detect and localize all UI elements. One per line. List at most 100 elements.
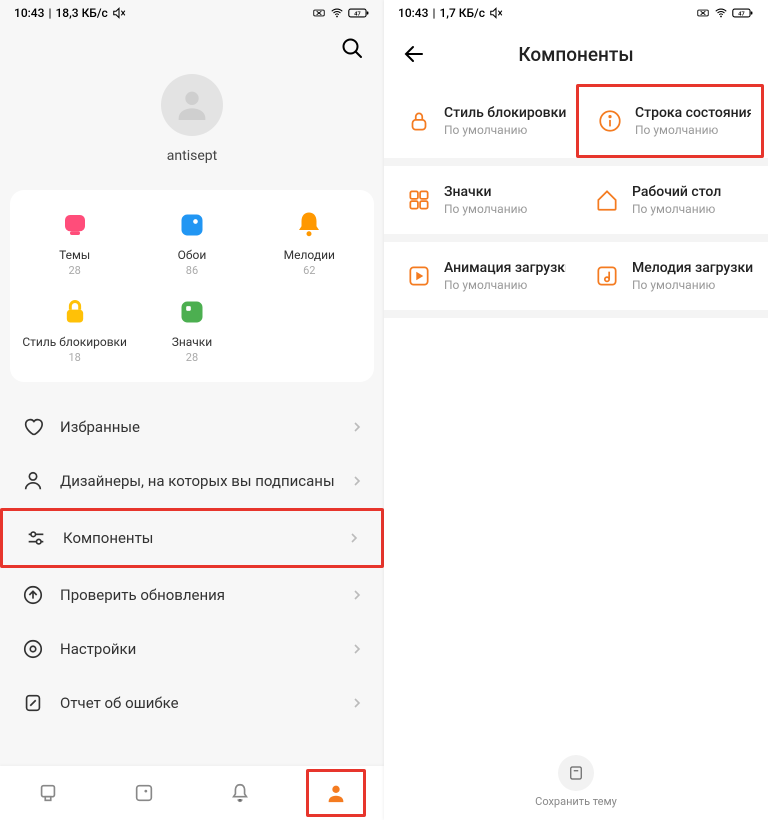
cat-count: 18 <box>16 351 133 364</box>
chevron-right-icon <box>349 533 359 543</box>
menu-updates[interactable]: Проверить обновления <box>0 568 384 622</box>
music-icon <box>594 263 620 289</box>
comp-bootanim[interactable]: Анимация загрузки По умолчанию <box>388 242 576 310</box>
mute-icon <box>489 6 503 20</box>
separator <box>384 158 768 166</box>
battery-icon: 47 <box>348 6 370 20</box>
menu-label: Проверить обновления <box>60 586 352 604</box>
update-icon <box>22 584 44 606</box>
gear-icon <box>22 638 44 660</box>
menu-label: Избранные <box>60 418 352 436</box>
status-net: 1,7 КБ/с <box>439 6 485 20</box>
cat-label: Стиль блокировки <box>16 335 133 349</box>
comp-sub: По умолчанию <box>444 123 566 137</box>
cat-count: 86 <box>133 264 250 277</box>
report-icon <box>22 692 44 714</box>
chevron-right-icon <box>352 590 362 600</box>
status-time: 10:43 <box>398 6 428 20</box>
menu-label: Компоненты <box>63 529 349 547</box>
stats-card: Темы 28 Обои 86 Мелодии 62 Стиль блокиро… <box>10 190 374 382</box>
header: Компоненты <box>384 26 768 84</box>
tab-profile[interactable] <box>288 766 384 820</box>
comp-title: Мелодия загрузки <box>632 260 754 276</box>
dnd-icon <box>312 6 326 20</box>
lock-icon <box>406 108 432 134</box>
grid-icon <box>406 187 432 213</box>
page-title: Компоненты <box>426 43 726 66</box>
chevron-right-icon <box>352 644 362 654</box>
avatar <box>161 74 223 136</box>
profile-block[interactable]: antisept <box>0 64 384 182</box>
comp-title: Строка состояния <box>635 105 751 121</box>
comp-title: Анимация загрузки <box>444 260 566 276</box>
dnd-icon <box>696 6 710 20</box>
comp-bootsound[interactable]: Мелодия загрузки По умолчанию <box>576 242 764 310</box>
menu-report[interactable]: Отчет об ошибке <box>0 676 384 730</box>
icons-icon <box>175 295 209 329</box>
mute-icon <box>112 6 126 20</box>
back-icon[interactable] <box>402 42 426 66</box>
menu-components[interactable]: Компоненты <box>0 508 384 568</box>
chevron-right-icon <box>352 698 362 708</box>
separator <box>384 234 768 242</box>
comp-sub: По умолчанию <box>444 278 566 292</box>
comp-title: Стиль блокировки <box>444 105 566 121</box>
cat-icons[interactable]: Значки 28 <box>133 295 250 364</box>
save-bar: Сохранить тему <box>384 755 768 808</box>
cat-count: 62 <box>251 264 368 277</box>
comp-sub: По умолчанию <box>444 202 566 216</box>
menu-list: Избранные Дизайнеры, на которых вы подпи… <box>0 390 384 740</box>
cat-lockstyle[interactable]: Стиль блокировки 18 <box>16 295 133 364</box>
cat-label: Мелодии <box>251 248 368 262</box>
status-bar: 10:43 | 1,7 КБ/с 47 <box>384 0 768 26</box>
battery-icon: 47 <box>732 6 754 20</box>
search-icon[interactable] <box>340 36 364 60</box>
cat-count: 28 <box>16 264 133 277</box>
cat-label: Обои <box>133 248 250 262</box>
status-net: 18,3 КБ/с <box>55 6 107 20</box>
wallpapers-icon <box>175 208 209 242</box>
lock-icon <box>58 295 92 329</box>
separator <box>384 310 768 318</box>
comp-title: Рабочий стол <box>632 184 754 200</box>
person-icon <box>22 470 44 492</box>
themes-icon <box>58 208 92 242</box>
menu-label: Дизайнеры, на которых вы подписаны <box>60 472 352 490</box>
comp-sub: По умолчанию <box>632 278 754 292</box>
tab-wallpapers[interactable] <box>96 766 192 820</box>
menu-favorites[interactable]: Избранные <box>0 400 384 454</box>
comp-title: Значки <box>444 184 566 200</box>
ringtones-icon <box>292 208 326 242</box>
cat-wallpapers[interactable]: Обои 86 <box>133 208 250 277</box>
save-theme-button[interactable]: Сохранить тему <box>535 755 617 808</box>
username: antisept <box>0 148 384 164</box>
play-icon <box>406 263 432 289</box>
profile-screen: 10:43 | 18,3 КБ/с 47 antisept Темы 28 <box>0 0 384 820</box>
comp-statusbar[interactable]: Строка состояния По умолчанию <box>576 84 764 158</box>
svg-text:47: 47 <box>738 12 745 18</box>
cat-count: 28 <box>133 351 250 364</box>
save-icon <box>558 755 594 791</box>
comp-desktop[interactable]: Рабочий столПо умолчанию <box>576 166 764 234</box>
comp-icons[interactable]: Значки По умолчанию <box>388 166 576 234</box>
comp-lockstyle[interactable]: Стиль блокировки По умолчанию <box>388 84 576 158</box>
menu-label: Настройки <box>60 640 352 658</box>
menu-designers[interactable]: Дизайнеры, на которых вы подписаны <box>0 454 384 508</box>
save-label: Сохранить тему <box>535 795 617 808</box>
tab-ringtones[interactable] <box>192 766 288 820</box>
menu-label: Отчет об ошибке <box>60 694 352 712</box>
components-grid: Стиль блокировки По умолчанию Строка сост… <box>384 84 768 158</box>
components-screen: 10:43 | 1,7 КБ/с 47 Компоненты Стиль бло… <box>384 0 768 820</box>
menu-settings[interactable]: Настройки <box>0 622 384 676</box>
svg-text:47: 47 <box>354 12 361 18</box>
cat-themes[interactable]: Темы 28 <box>16 208 133 277</box>
cat-label: Значки <box>133 335 250 349</box>
cat-label: Темы <box>16 248 133 262</box>
comp-sub: По умолчанию <box>635 123 751 137</box>
status-sep: | <box>48 6 51 20</box>
tab-themes[interactable] <box>0 766 96 820</box>
chevron-right-icon <box>352 476 362 486</box>
cat-ringtones[interactable]: Мелодии 62 <box>251 208 368 277</box>
info-icon <box>597 108 623 134</box>
bottom-tabbar <box>0 766 384 820</box>
